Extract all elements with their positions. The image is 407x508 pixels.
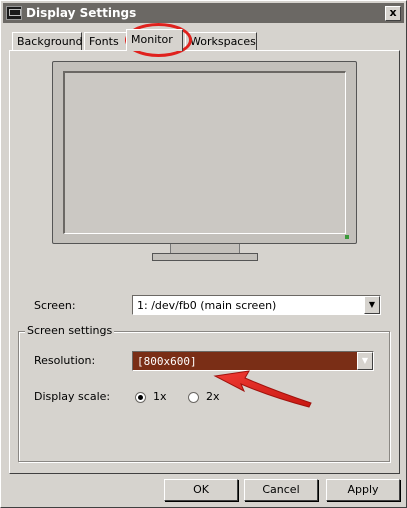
resolution-label: Resolution: — [34, 354, 96, 367]
scale-2x-radio[interactable] — [188, 392, 199, 403]
chevron-down-icon[interactable]: ▼ — [357, 352, 373, 370]
power-led-icon — [345, 235, 349, 239]
window-title: Display Settings — [26, 6, 137, 20]
monitor-icon — [6, 6, 22, 20]
scale-1x-label[interactable]: 1x — [153, 390, 167, 403]
apply-button[interactable]: Apply — [326, 479, 400, 501]
close-button[interactable]: x — [385, 5, 401, 21]
monitor-screen — [63, 71, 346, 234]
titlebar[interactable]: Display Settings x — [3, 3, 404, 23]
chevron-down-icon[interactable]: ▼ — [364, 296, 380, 314]
annotation-arrow-icon — [213, 370, 312, 408]
tab-fonts[interactable]: Fonts — [84, 32, 128, 51]
monitor-preview — [52, 61, 357, 244]
tab-workspaces[interactable]: Workspaces — [185, 32, 257, 51]
screen-label: Screen: — [34, 299, 76, 312]
screen-select[interactable]: 1: /dev/fb0 (main screen) ▼ — [132, 295, 381, 315]
display-scale-label: Display scale: — [34, 390, 111, 403]
screen-select-value: 1: /dev/fb0 (main screen) — [137, 298, 277, 312]
scale-1x-radio[interactable] — [135, 392, 146, 403]
tab-background[interactable]: Background — [12, 32, 83, 51]
cancel-button[interactable]: Cancel — [244, 479, 318, 501]
group-title: Screen settings — [25, 324, 115, 337]
tab-monitor[interactable]: Monitor — [126, 29, 183, 51]
ok-button[interactable]: OK — [164, 479, 238, 501]
display-settings-window: Display Settings x Background Fonts Moni… — [0, 0, 407, 508]
monitor-stand — [152, 253, 258, 261]
